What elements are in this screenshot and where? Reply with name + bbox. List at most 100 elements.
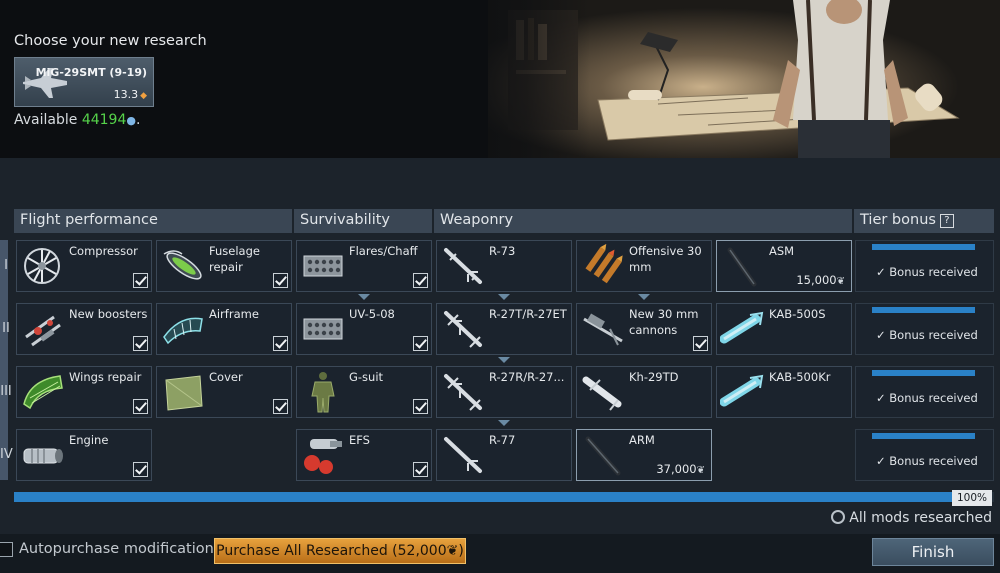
module-kh-29td[interactable]: Kh-29TD — [576, 366, 712, 418]
researched-checkbox — [133, 399, 148, 414]
bonus-bar — [872, 307, 975, 313]
arrow-down-icon — [358, 294, 370, 300]
researched-checkbox — [413, 462, 428, 477]
module-asm[interactable]: ASM 15,000❦ — [716, 240, 852, 292]
module-fuselage-repair[interactable]: Fuselage repair — [156, 240, 292, 292]
wing-icon — [23, 375, 63, 410]
missile-icon — [444, 311, 482, 348]
autopurchase-checkbox[interactable] — [0, 542, 13, 557]
researched-checkbox — [133, 462, 148, 477]
module-wings-repair[interactable]: Wings repair — [16, 366, 152, 418]
bonus-bar — [872, 433, 975, 439]
researched-checkbox — [413, 273, 428, 288]
silver-lions-icon: ❦ — [836, 276, 845, 287]
guided-bomb-icon — [720, 374, 764, 407]
missile-icon — [585, 436, 621, 476]
researched-checkbox — [273, 336, 288, 351]
checkmark-icon: ✓ — [876, 328, 890, 342]
module-airframe[interactable]: Airframe — [156, 303, 292, 355]
column-flight-performance: Flight performance — [14, 209, 292, 233]
autopurchase-label: Autopurchase modifications — [19, 541, 222, 557]
module-uv-5-08[interactable]: UV-5-08 — [296, 303, 432, 355]
module-flares-chaff[interactable]: Flares/Chaff — [296, 240, 432, 292]
bonus-bar — [872, 244, 975, 250]
missile-icon — [444, 374, 482, 411]
compressor-icon — [24, 248, 60, 284]
silver-lions-icon: ❦ — [446, 543, 459, 559]
tier-label-4: IV — [0, 447, 13, 462]
column-weaponry: Weaponry — [434, 209, 852, 233]
header-fade — [430, 0, 590, 158]
module-r-77[interactable]: R-77 — [436, 429, 572, 481]
module-engine[interactable]: Engine — [16, 429, 152, 481]
research-progress-percent: 100% — [952, 490, 992, 506]
module-r-73[interactable]: R-73 — [436, 240, 572, 292]
available-rp: Available 44194●. — [14, 112, 141, 128]
module-r-27t[interactable]: R-27T/R-27ET — [436, 303, 572, 355]
arrow-down-icon — [498, 420, 510, 426]
all-mods-status: All mods researched — [831, 510, 992, 526]
checkmark-icon: ✓ — [876, 454, 890, 468]
arrow-down-icon — [498, 357, 510, 363]
vehicle-battle-rating: 13.3 ◆ — [113, 88, 147, 101]
researched-checkbox — [273, 273, 288, 288]
purchase-all-researched-button[interactable]: Purchase All Researched (52,000❦) — [214, 538, 466, 564]
module-cost: 37,000❦ — [656, 462, 705, 476]
module-kab-500s[interactable]: KAB-500S — [716, 303, 852, 355]
fire-extinguisher-icon — [304, 439, 342, 474]
cover-icon — [165, 375, 203, 411]
diamond-icon: ◆ — [140, 91, 147, 101]
g-suit-icon — [311, 372, 335, 413]
researched-checkbox — [133, 336, 148, 351]
checkmark-icon: ✓ — [876, 265, 890, 279]
boosters-icon — [25, 315, 61, 347]
researched-checkbox — [413, 336, 428, 351]
module-g-suit[interactable]: G-suit — [296, 366, 432, 418]
countermeasure-pod-icon — [303, 318, 343, 340]
tier-label-1: I — [4, 258, 8, 273]
module-kab-500kr[interactable]: KAB-500Kr — [716, 366, 852, 418]
finish-button[interactable]: Finish — [872, 538, 994, 566]
flares-icon — [303, 255, 343, 277]
tier-bonus-1: ✓ Bonus received — [855, 240, 994, 292]
column-tier-bonus: Tier bonus? — [854, 209, 994, 233]
airframe-icon — [163, 317, 203, 345]
research-progress-bar — [14, 492, 954, 502]
module-offensive-30mm[interactable]: Offensive 30 mm — [576, 240, 712, 292]
module-arm[interactable]: ARM 37,000❦ — [576, 429, 712, 481]
help-icon[interactable]: ? — [939, 214, 954, 228]
tier-label-3: III — [0, 384, 12, 399]
fuselage-icon — [163, 250, 202, 280]
arrow-down-icon — [638, 294, 650, 300]
engine-icon — [23, 448, 63, 464]
vehicle-name: MiG-29SMT (9-19) — [35, 66, 147, 79]
missile-icon — [444, 437, 482, 473]
completed-icon — [831, 510, 846, 524]
guided-bomb-icon — [720, 311, 764, 344]
missile-icon — [444, 248, 482, 284]
module-new-30mm-cannons[interactable]: New 30 mm cannons — [576, 303, 712, 355]
researched-checkbox — [273, 399, 288, 414]
column-survivability: Survivability — [294, 209, 432, 233]
researched-checkbox — [133, 273, 148, 288]
silver-lions-icon: ❦ — [696, 465, 705, 476]
researched-checkbox — [693, 336, 708, 351]
vehicle-card[interactable]: MiG-29SMT (9-19) 13.3 ◆ — [14, 57, 154, 107]
module-cover[interactable]: Cover — [156, 366, 292, 418]
tier-label-2: II — [2, 321, 10, 336]
module-cost: 15,000❦ — [796, 273, 845, 287]
missile-icon — [582, 376, 622, 411]
tier-rail — [0, 240, 8, 480]
choose-research-title: Choose your new research — [14, 33, 207, 49]
module-r-27r[interactable]: R-27R/R-27... — [436, 366, 572, 418]
available-rp-value: 44194 — [81, 112, 127, 128]
ammo-belt-icon — [585, 244, 623, 284]
tier-bonus-2: ✓ Bonus received — [855, 303, 994, 355]
bonus-bar — [872, 370, 975, 376]
missile-icon — [727, 247, 757, 287]
module-efs[interactable]: EFS — [296, 429, 432, 481]
module-compressor[interactable]: Compressor — [16, 240, 152, 292]
module-new-boosters[interactable]: New boosters — [16, 303, 152, 355]
tier-bonus-4: ✓ Bonus received — [855, 429, 994, 481]
rp-drop-icon: ● — [126, 114, 136, 127]
